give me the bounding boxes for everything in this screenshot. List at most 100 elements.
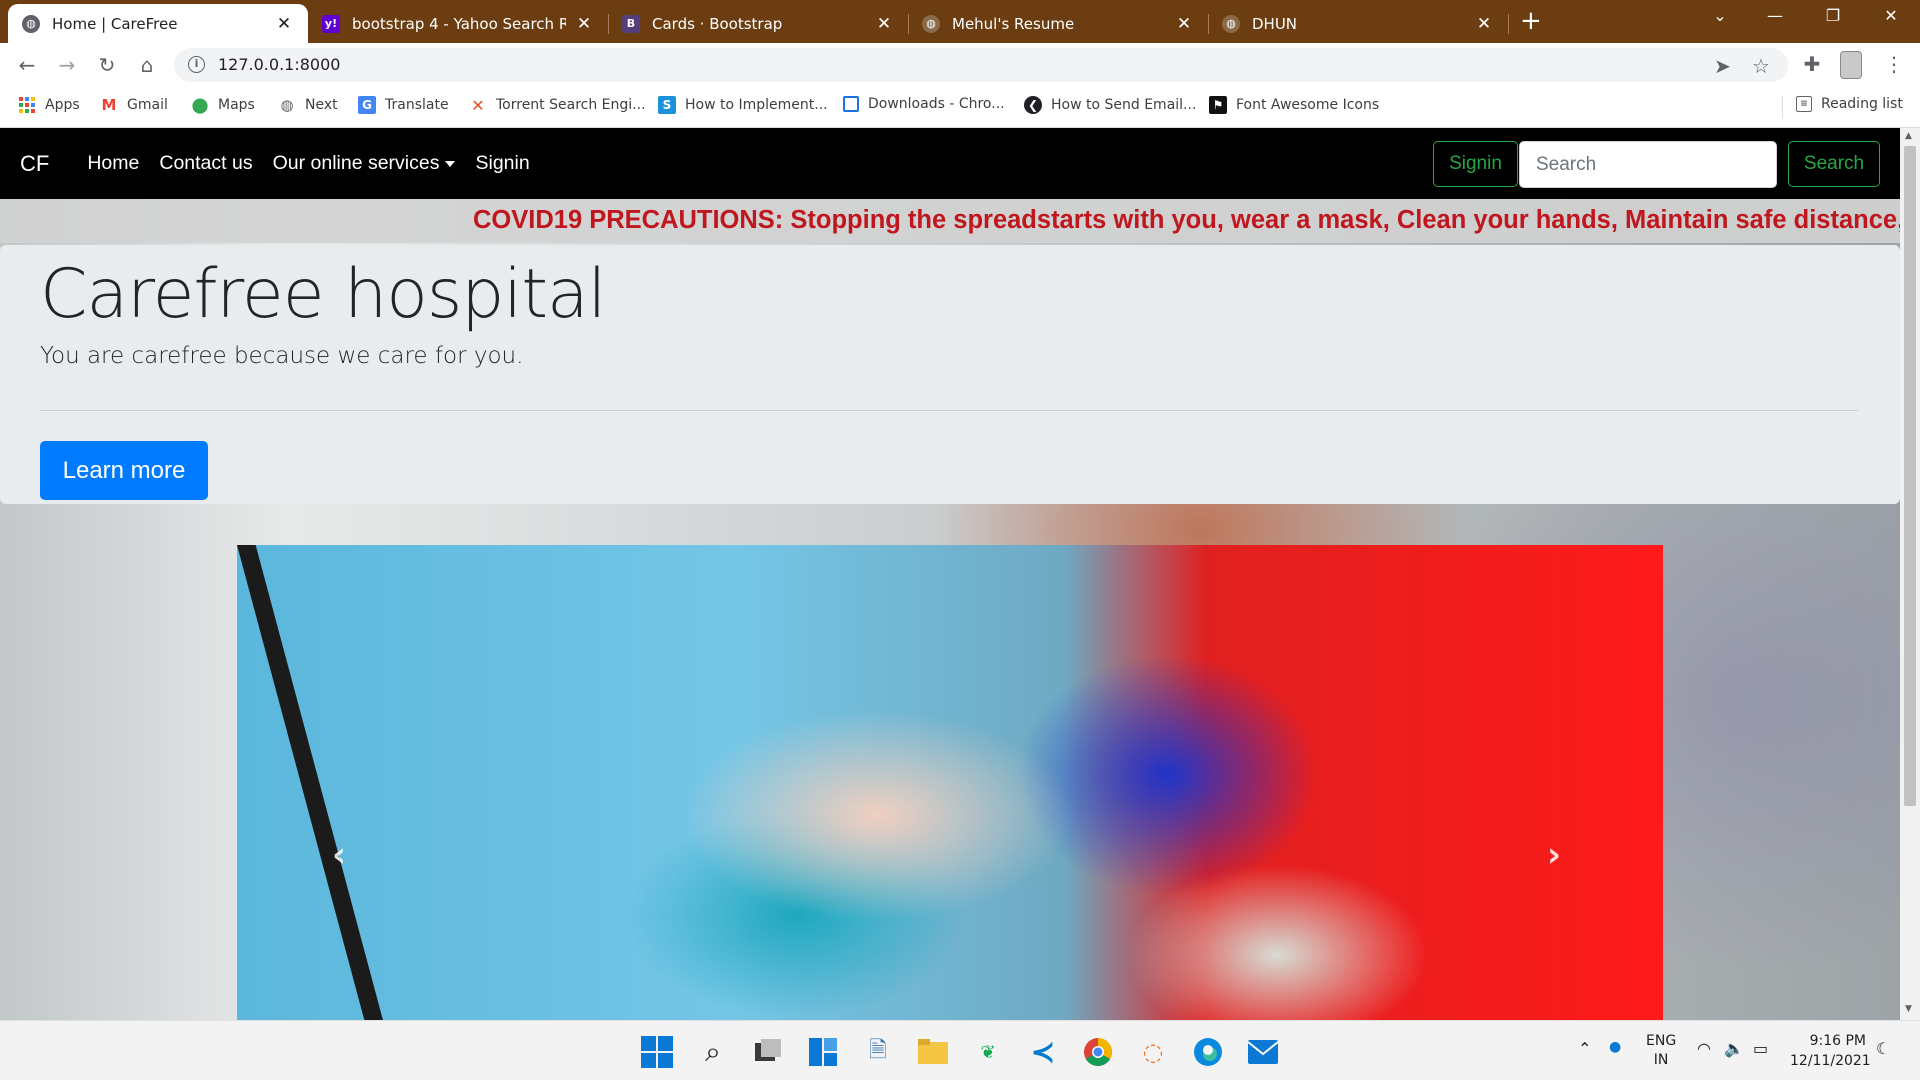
lead-text: You are carefree because we care for you… (40, 343, 524, 369)
onedrive-status-icon[interactable]: ● (1609, 1039, 1621, 1055)
leaf-app-icon[interactable]: ❦ (971, 1035, 1005, 1069)
translate-icon: G (358, 96, 376, 114)
close-tab-icon[interactable]: ✕ (1174, 14, 1194, 34)
tab-mehuls-resume[interactable]: ◍ Mehul's Resume ✕ (908, 4, 1208, 43)
bookmark-apps[interactable]: Apps (18, 96, 80, 114)
scroll-down-icon[interactable]: ▼ (1905, 1004, 1912, 1014)
back-arrow-icon[interactable]: ← (14, 52, 40, 78)
edge-icon[interactable] (1191, 1035, 1225, 1069)
bookmark-label: Next (305, 97, 338, 113)
divider (40, 410, 1858, 411)
search-button[interactable]: Search (1788, 141, 1880, 187)
mail-icon[interactable] (1246, 1035, 1280, 1069)
tab-title: bootstrap 4 - Yahoo Search Resul (352, 14, 566, 33)
tab-title: Mehul's Resume (952, 14, 1075, 33)
tab-dhun[interactable]: ◍ DHUN ✕ (1208, 4, 1508, 43)
bookmark-next[interactable]: ◍ Next (278, 96, 338, 114)
carousel-slide-image (237, 545, 398, 1020)
bookmark-gmail[interactable]: M Gmail (100, 96, 168, 114)
carousel-prev-icon[interactable]: ‹ (332, 835, 346, 875)
dark-circle-icon: ❮ (1024, 96, 1042, 114)
language-code: ENG (1646, 1033, 1677, 1049)
widgets-icon[interactable] (806, 1035, 840, 1069)
region-code: IN (1653, 1052, 1669, 1068)
globe-icon: ◍ (22, 14, 40, 33)
taskbar-clock[interactable]: 9:16 PM 12/11/2021 (1790, 1031, 1871, 1071)
jupyter-icon[interactable]: ◌ (1136, 1035, 1170, 1069)
learn-more-button[interactable]: Learn more (40, 441, 208, 500)
nav-services-dropdown[interactable]: Our online services (273, 152, 456, 175)
covid-marquee: COVID19 PRECAUTIONS: Stopping the spread… (0, 199, 1900, 243)
bookmark-how-to-send-email[interactable]: ❮ How to Send Email... (1024, 96, 1196, 114)
bookmark-torrent-search[interactable]: ✕ Torrent Search Engi... (469, 96, 645, 115)
file-explorer-icon[interactable] (916, 1035, 950, 1069)
python-file-icon[interactable]: 🗎 (861, 1035, 895, 1069)
bookmarks-bar: Apps M Gmail ⬤ Maps ◍ Next G Translate ✕… (0, 86, 1920, 128)
downloads-page-icon (843, 96, 859, 112)
chrome-icon[interactable] (1081, 1035, 1115, 1069)
profile-avatar[interactable] (1840, 51, 1862, 79)
windows-taskbar: ⌕ 🗎 ❦ ≺ ◌ ⌃ ● ENG IN ◠ 🔈 ▭ 9:16 PM 12/11… (0, 1020, 1920, 1080)
bootstrap-icon: B (622, 14, 640, 33)
bookmark-label: How to Send Email... (1051, 97, 1197, 113)
bookmark-downloads[interactable]: Downloads - Chro... (843, 96, 1005, 112)
send-icon[interactable]: ➤ (1714, 54, 1731, 78)
bookmark-label: Translate (385, 97, 449, 113)
nav-home-link[interactable]: Home (87, 152, 139, 175)
bookmark-star-icon[interactable]: ☆ (1752, 54, 1770, 78)
show-hidden-icons-chevron-icon[interactable]: ⌃ (1578, 1039, 1591, 1058)
notifications-icon[interactable]: ☾ (1876, 1039, 1890, 1058)
bookmark-maps[interactable]: ⬤ Maps (191, 96, 255, 114)
extensions-puzzle-icon[interactable]: ✚ (1799, 52, 1825, 76)
tab-home-carefree[interactable]: ◍ Home | CareFree ✕ (8, 4, 308, 43)
home-icon[interactable]: ⌂ (134, 52, 160, 78)
restore-icon[interactable]: ❐ (1810, 6, 1856, 25)
signin-button[interactable]: Signin (1433, 141, 1518, 187)
marquee-text: COVID19 PRECAUTIONS: Stopping the spread… (473, 206, 1900, 234)
forward-arrow-icon[interactable]: → (54, 52, 80, 78)
carousel-next-icon[interactable]: › (1547, 835, 1561, 875)
clock-time: 9:16 PM (1809, 1033, 1866, 1049)
site-info-icon[interactable]: i (188, 56, 205, 73)
bookmark-how-to-implement[interactable]: S How to Implement... (658, 96, 828, 114)
vscode-icon[interactable]: ≺ (1026, 1035, 1060, 1070)
apps-grid-icon (18, 96, 36, 114)
bookmark-font-awesome[interactable]: ⚑ Font Awesome Icons (1209, 96, 1379, 114)
nav-signin-link[interactable]: Signin (475, 152, 529, 175)
minimize-icon[interactable]: — (1752, 6, 1798, 25)
bookmark-label: Font Awesome Icons (1236, 97, 1380, 113)
search-input[interactable]: Search (1519, 141, 1777, 188)
wifi-icon[interactable]: ◠ (1697, 1039, 1711, 1058)
search-icon[interactable]: ⌕ (696, 1035, 730, 1069)
url-text[interactable]: 127.0.0.1:8000 (218, 55, 340, 74)
menu-kebab-icon[interactable]: ⋮ (1881, 52, 1907, 76)
tab-yahoo-search[interactable]: y! bootstrap 4 - Yahoo Search Resul ✕ (308, 4, 608, 43)
site-navbar: CF Home Contact us Our online services S… (0, 128, 1900, 199)
reading-list-button[interactable]: ≡ Reading list (1796, 96, 1903, 112)
page-scrollbar[interactable]: ▲ ▼ (1900, 128, 1920, 1020)
task-view-icon[interactable] (751, 1035, 785, 1069)
volume-icon[interactable]: 🔈 (1724, 1039, 1744, 1058)
address-bar[interactable]: i 127.0.0.1:8000 ➤ ☆ (174, 48, 1788, 82)
tab-search-chevron-icon[interactable]: ⌄ (1697, 6, 1743, 25)
scroll-up-icon[interactable]: ▲ (1905, 131, 1912, 141)
close-tab-icon[interactable]: ✕ (1474, 14, 1494, 34)
browser-tab-strip: ◍ Home | CareFree ✕ y! bootstrap 4 - Yah… (0, 0, 1920, 43)
tab-cards-bootstrap[interactable]: B Cards · Bootstrap ✕ (608, 4, 908, 43)
language-indicator[interactable]: ENG IN (1646, 1032, 1676, 1070)
s-logo-icon: S (658, 96, 676, 114)
close-tab-icon[interactable]: ✕ (874, 14, 894, 34)
scrollbar-thumb[interactable] (1904, 146, 1916, 806)
close-window-icon[interactable]: ✕ (1868, 6, 1914, 25)
bookmark-label: Apps (45, 97, 80, 113)
battery-icon[interactable]: ▭ (1753, 1039, 1768, 1058)
bookmark-label: Downloads - Chro... (868, 96, 1005, 112)
windows-start-icon[interactable] (640, 1035, 674, 1069)
brand-logo[interactable]: CF (20, 151, 49, 177)
reload-icon[interactable]: ↻ (94, 52, 120, 78)
bookmark-translate[interactable]: G Translate (358, 96, 449, 114)
new-tab-icon[interactable]: + (1520, 8, 1542, 34)
close-tab-icon[interactable]: ✕ (274, 14, 294, 34)
close-tab-icon[interactable]: ✕ (574, 14, 594, 34)
nav-contact-link[interactable]: Contact us (159, 152, 252, 175)
